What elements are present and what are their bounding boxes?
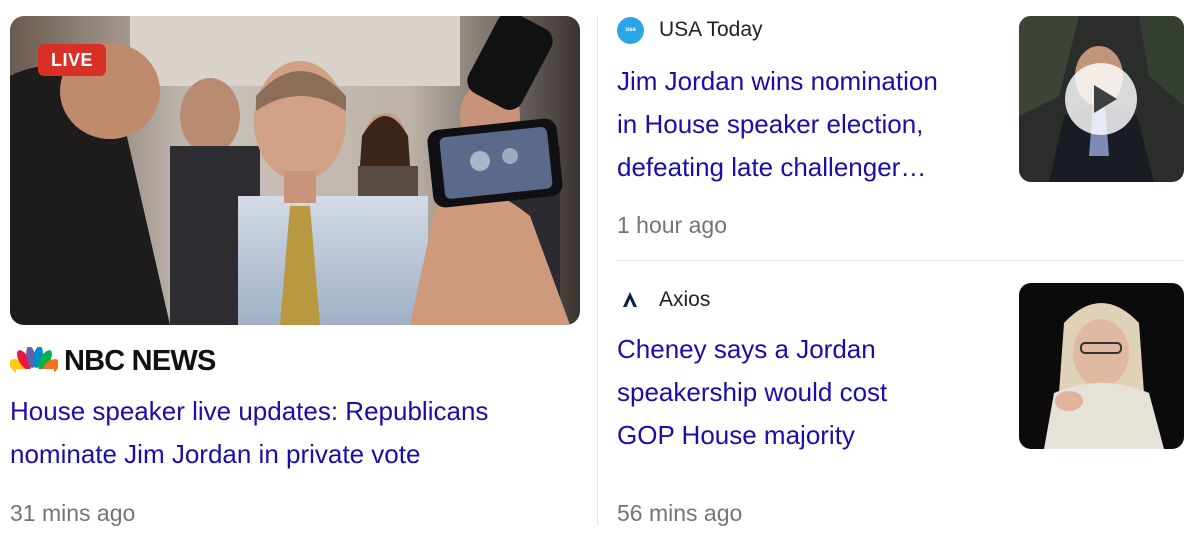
story-thumbnail[interactable] bbox=[1019, 16, 1184, 182]
headline-line: GOP House majority bbox=[617, 420, 855, 450]
story-timestamp: 1 hour ago bbox=[617, 212, 727, 238]
live-badge: LIVE bbox=[38, 44, 106, 76]
story-card-usa-today[interactable]: usa USA Today Jim Jordan wins nomination… bbox=[598, 0, 1200, 260]
main-story-image[interactable]: LIVE bbox=[10, 16, 580, 325]
cheney-photo bbox=[1019, 283, 1184, 449]
story-timestamp: 56 mins ago bbox=[617, 500, 743, 526]
headline-line: in House speaker election, bbox=[617, 109, 924, 139]
main-story-card[interactable]: LIVE NBC NEWS House speaker live updates… bbox=[0, 0, 597, 542]
story-timestamp: 31 mins ago bbox=[10, 500, 136, 526]
nbc-peacock-icon bbox=[9, 346, 60, 377]
usa-today-logo-icon: usa bbox=[617, 17, 644, 44]
headline-line: House speaker live updates: Republicans bbox=[10, 396, 489, 426]
headline-line: Cheney says a Jordan bbox=[617, 334, 876, 364]
headline-line: Jim Jordan wins nomination bbox=[617, 66, 938, 96]
headline-line: nominate Jim Jordan in private vote bbox=[10, 439, 421, 469]
headline-line: defeating late challenger… bbox=[617, 152, 927, 182]
story-headline[interactable]: Jim Jordan wins nomination in House spea… bbox=[617, 60, 997, 189]
source-name: Axios bbox=[659, 288, 711, 311]
video-play-icon[interactable] bbox=[1065, 63, 1137, 135]
story-thumbnail[interactable] bbox=[1019, 283, 1184, 449]
story-card-axios[interactable]: Axios Cheney says a Jordan speakership w… bbox=[598, 261, 1200, 542]
story-headline[interactable]: Cheney says a Jordan speakership would c… bbox=[617, 328, 997, 457]
axios-logo-icon bbox=[620, 289, 640, 309]
headline-line: speakership would cost bbox=[617, 377, 888, 407]
source-name: NBC NEWS bbox=[64, 345, 216, 377]
source-name: USA Today bbox=[659, 18, 763, 41]
main-story-headline[interactable]: House speaker live updates: Republicans … bbox=[10, 390, 580, 476]
